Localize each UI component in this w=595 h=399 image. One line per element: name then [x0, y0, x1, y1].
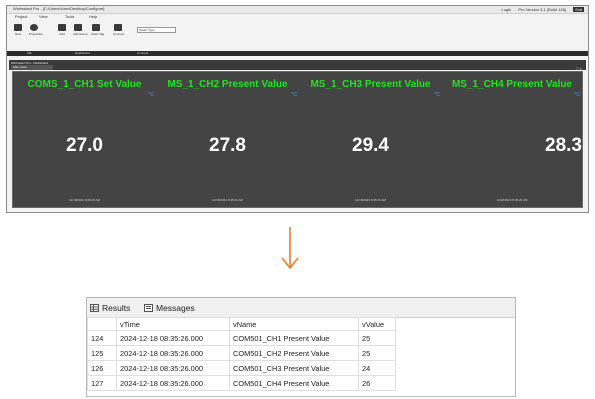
table-row[interactable]: 125 2024-12-18 08:35:26.000 COM501_CH2 P…	[87, 345, 396, 361]
ribbon-new-button[interactable]: New	[13, 24, 23, 36]
row-number: 125	[87, 345, 117, 361]
cell-vtime[interactable]: 2024-12-18 08:35:26.000	[116, 330, 230, 346]
group-label-connect: Connect	[137, 51, 149, 55]
column-header-vtime[interactable]: vTime	[116, 317, 230, 331]
tile-value: 29.4	[352, 135, 389, 156]
cell-vvalue[interactable]: 26	[358, 375, 396, 391]
results-tab-strip: Results Messages	[87, 298, 515, 318]
table-row[interactable]: 127 2024-12-18 08:35:26.000 COM501_CH4 P…	[87, 375, 396, 391]
tile-value: 27.8	[209, 135, 246, 156]
tab-messages[interactable]: Messages	[144, 303, 195, 314]
value-tile[interactable]: MS_1_CH3 Present Value °C 29.4 12/18/202…	[299, 72, 442, 207]
menu-project[interactable]: Project	[15, 14, 27, 19]
table-row[interactable]: 126 2024-12-18 08:35:26.000 COM501_CH3 P…	[87, 360, 396, 376]
tile-unit: °C	[148, 92, 154, 98]
ribbon-add-group-button[interactable]: Add Group	[73, 24, 88, 36]
value-tile[interactable]: MS_1_CH2 Present Value °C 27.8 12/18/202…	[156, 72, 299, 207]
ribbon-add-button[interactable]: Add	[57, 24, 67, 36]
tile-name: COMS_1_CH1 Set Value	[27, 79, 142, 90]
tile-name: MS_1_CH3 Present Value	[310, 79, 431, 90]
column-header-vvalue[interactable]: vValue	[358, 317, 396, 331]
menu-help[interactable]: Help	[89, 14, 97, 19]
tile-timestamp: 12/18/2024 8:35:26 AM	[68, 198, 101, 202]
tile-unit: °C	[434, 92, 440, 98]
tab-messages-label: Messages	[156, 303, 195, 313]
table-row[interactable]: 124 2024-12-18 08:35:26.000 COM501_CH1 P…	[87, 330, 396, 346]
tile-unit: °C	[291, 92, 297, 98]
tile-name: MS_1_CH4 Present Value	[451, 79, 573, 90]
login-link[interactable]: Login	[501, 7, 511, 12]
row-number: 126	[87, 360, 117, 376]
exit-button[interactable]: Exit	[573, 7, 584, 12]
row-number-header	[87, 317, 117, 331]
tile-unit: °C	[574, 92, 580, 98]
ribbon-connect-button[interactable]: Connect	[113, 24, 124, 36]
value-tile[interactable]: COMS_1_CH1 Set Value °C 27.0 12/18/2024 …	[13, 72, 156, 207]
cell-vname[interactable]: COM501_CH1 Present Value	[229, 330, 359, 346]
menu-tools[interactable]: Tools	[65, 14, 74, 19]
column-header-vname[interactable]: vName	[229, 317, 359, 331]
results-table: vTime vName vValue 124 2024-12-18 08:35:…	[87, 317, 396, 391]
row-number: 127	[87, 375, 117, 391]
query-results-pane: Results Messages vTime vName vValue 124 …	[86, 297, 516, 397]
messages-icon	[144, 304, 153, 312]
ribbon: New Properties Add Add Group Insert Tag …	[7, 21, 177, 51]
tile-timestamp: 12/18/2024 8:35:26 AM	[496, 198, 528, 202]
tab-results[interactable]: Results	[90, 303, 130, 314]
cell-vvalue[interactable]: 24	[358, 360, 396, 376]
value-tile[interactable]: MS_1_CH4 Present Value °C 28.3 12/18/202…	[442, 72, 582, 207]
view-header: WinInstant Pro - Dashboard	[9, 60, 586, 70]
tab-results-label: Results	[102, 303, 131, 313]
cell-vname[interactable]: COM501_CH2 Present Value	[229, 345, 359, 361]
tile-timestamp: 12/18/2024 8:35:26 AM	[211, 198, 244, 202]
title-bar-right: Login Pro Version 3.1 (Build 128) Exit	[495, 7, 584, 12]
cell-vname[interactable]: COM501_CH4 Present Value	[229, 375, 359, 391]
cell-vvalue[interactable]: 25	[358, 330, 396, 346]
down-arrow-icon	[281, 227, 299, 270]
dashboard-panel: COMS_1_CH1 Set Value °C 27.0 12/18/2024 …	[12, 71, 583, 208]
group-icon	[74, 24, 82, 31]
cell-vname[interactable]: COM501_CH3 Present Value	[229, 360, 359, 376]
new-icon	[14, 24, 22, 31]
tab-main-view[interactable]: Main View	[11, 65, 53, 70]
results-grid-icon	[90, 304, 99, 312]
cell-vtime[interactable]: 2024-12-18 08:35:26.000	[116, 345, 230, 361]
menu-bar: Project View Tools Help	[7, 14, 588, 21]
version-label: Pro Version 3.1 (Build 128)	[518, 7, 567, 12]
title-bar: WinInstant Pro - [C:\Users\User\Desktop\…	[7, 6, 588, 14]
tile-timestamp: 12/18/2024 8:35:26 AM	[354, 198, 387, 202]
menu-view[interactable]: View	[39, 14, 48, 19]
cell-vvalue[interactable]: 25	[358, 345, 396, 361]
tile-name: MS_1_CH2 Present Value	[167, 79, 288, 90]
ribbon-group-bar: File Dashboard Connect	[7, 51, 588, 56]
tile-value: 28.3	[545, 135, 582, 156]
ribbon-properties-button[interactable]: Properties	[29, 24, 43, 36]
group-label-file: File	[27, 51, 32, 55]
ribbon-insert-tag-button[interactable]: Insert Tag	[91, 24, 104, 36]
tag-icon	[92, 24, 100, 31]
cell-vtime[interactable]: 2024-12-18 08:35:26.000	[116, 360, 230, 376]
tile-value: 27.0	[66, 135, 103, 156]
monitor-icon	[114, 24, 122, 31]
cell-vtime[interactable]: 2024-12-18 08:35:26.000	[116, 375, 230, 391]
window-title: WinInstant Pro - [C:\Users\User\Desktop\…	[13, 6, 105, 11]
group-label-dashboard: Dashboard	[75, 51, 90, 55]
grid-icon	[58, 24, 66, 31]
graph-type-field[interactable]: Graph Type	[137, 27, 176, 33]
gear-icon	[30, 24, 38, 31]
table-header-row: vTime vName vValue	[87, 317, 396, 331]
row-number: 124	[87, 330, 117, 346]
application-window: WinInstant Pro - [C:\Users\User\Desktop\…	[6, 5, 589, 213]
